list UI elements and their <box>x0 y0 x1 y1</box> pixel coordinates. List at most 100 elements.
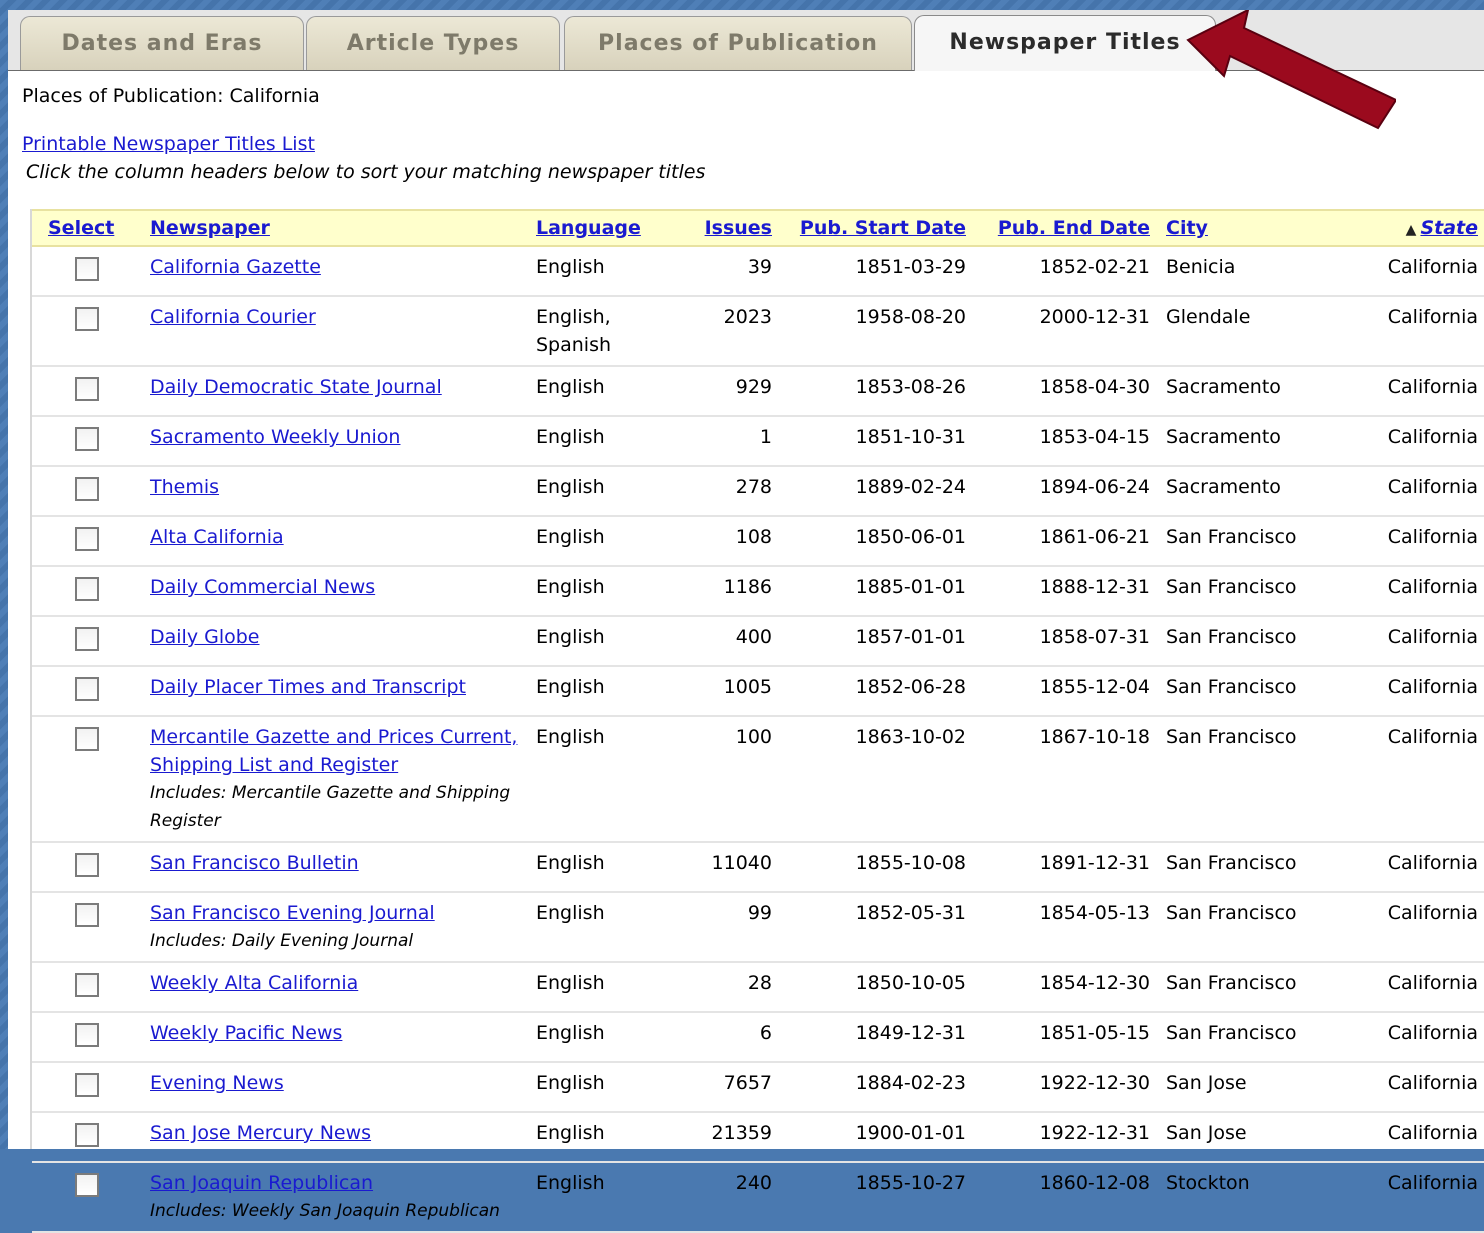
start-date-cell: 1855-10-08 <box>780 842 974 893</box>
select-checkbox[interactable] <box>75 1073 99 1097</box>
end-date-cell: 1922-12-30 <box>974 1062 1158 1113</box>
end-date-cell: 1854-05-13 <box>974 892 1158 963</box>
start-date-cell: 1884-02-23 <box>780 1062 974 1113</box>
newspaper-title-link[interactable]: San Francisco Evening Journal <box>150 902 435 924</box>
select-checkbox[interactable] <box>75 257 99 281</box>
end-date-cell: 2000-12-31 <box>974 296 1158 367</box>
language-cell: English <box>528 516 662 567</box>
newspaper-title-link[interactable]: Daily Democratic State Journal <box>150 376 442 398</box>
start-date-cell: 1850-06-01 <box>780 516 974 567</box>
end-date-cell: 1853-04-15 <box>974 416 1158 467</box>
tab-article-types[interactable]: Article Types <box>306 16 560 70</box>
select-checkbox[interactable] <box>75 307 99 331</box>
state-cell: California <box>1354 616 1484 667</box>
newspaper-title-link[interactable]: Evening News <box>150 1072 284 1094</box>
city-cell: San Francisco <box>1158 716 1354 843</box>
issues-cell: 100 <box>662 716 780 843</box>
city-cell: Stockton <box>1158 1162 1354 1233</box>
select-checkbox[interactable] <box>75 973 99 997</box>
state-cell: California <box>1354 296 1484 367</box>
newspaper-title-link[interactable]: Alta California <box>150 526 284 548</box>
city-cell: San Jose <box>1158 1062 1354 1113</box>
newspaper-cell: Weekly Alta California <box>142 962 528 1013</box>
select-checkbox[interactable] <box>75 477 99 501</box>
table-header-row: Select Newspaper Language Issues Pub. St… <box>32 209 1484 247</box>
column-header-start-date[interactable]: Pub. Start Date <box>780 209 974 247</box>
newspaper-title-link[interactable]: Themis <box>150 476 219 498</box>
city-cell: Sacramento <box>1158 466 1354 517</box>
newspaper-title-link[interactable]: Daily Globe <box>150 626 260 648</box>
language-cell: English <box>528 892 662 963</box>
select-checkbox[interactable] <box>75 853 99 877</box>
language-cell: English <box>528 246 662 297</box>
tab-dates-and-eras[interactable]: Dates and Eras <box>20 16 304 70</box>
state-cell: California <box>1354 246 1484 297</box>
language-cell: English <box>528 1012 662 1063</box>
issues-cell: 278 <box>662 466 780 517</box>
select-checkbox[interactable] <box>75 627 99 651</box>
printable-titles-link[interactable]: Printable Newspaper Titles List <box>22 133 315 155</box>
tab-places-of-publication[interactable]: Places of Publication <box>564 16 912 70</box>
column-header-issues[interactable]: Issues <box>662 209 780 247</box>
select-checkbox[interactable] <box>75 377 99 401</box>
column-header-state-label: State <box>1420 217 1478 239</box>
select-checkbox[interactable] <box>75 1123 99 1147</box>
issues-cell: 1005 <box>662 666 780 717</box>
includes-note: Includes: Daily Evening Journal <box>150 931 414 951</box>
select-cell <box>32 892 142 963</box>
select-cell <box>32 366 142 417</box>
column-header-end-date[interactable]: Pub. End Date <box>974 209 1158 247</box>
newspaper-title-link[interactable]: Sacramento Weekly Union <box>150 426 400 448</box>
column-header-city[interactable]: City <box>1158 209 1354 247</box>
select-checkbox[interactable] <box>75 677 99 701</box>
newspaper-title-link[interactable]: Daily Placer Times and Transcript <box>150 676 466 698</box>
select-cell <box>32 1112 142 1163</box>
newspaper-title-link[interactable]: Weekly Alta California <box>150 972 358 994</box>
language-cell: English <box>528 962 662 1013</box>
column-header-select[interactable]: Select <box>32 209 142 247</box>
newspaper-title-link[interactable]: California Gazette <box>150 256 321 278</box>
newspaper-title-link[interactable]: Weekly Pacific News <box>150 1022 342 1044</box>
city-cell: San Francisco <box>1158 566 1354 617</box>
newspaper-title-link[interactable]: San Joaquin Republican <box>150 1172 373 1194</box>
select-checkbox[interactable] <box>75 727 99 751</box>
table-row: San Jose Mercury News English 21359 1900-01… <box>32 1112 1484 1163</box>
state-cell: California <box>1354 1012 1484 1063</box>
table-row: San Francisco Evening Journal Includes: D… <box>32 892 1484 963</box>
select-checkbox[interactable] <box>75 427 99 451</box>
table-row: Daily Democratic State Journal English 929… <box>32 366 1484 417</box>
newspaper-cell: Daily Democratic State Journal <box>142 366 528 417</box>
newspaper-title-link[interactable]: Daily Commercial News <box>150 576 375 598</box>
city-cell: San Francisco <box>1158 842 1354 893</box>
state-cell: California <box>1354 516 1484 567</box>
select-checkbox[interactable] <box>75 577 99 601</box>
newspaper-title-link[interactable]: San Francisco Bulletin <box>150 852 359 874</box>
column-header-language[interactable]: Language <box>528 209 662 247</box>
language-cell: English, Spanish <box>528 296 662 367</box>
start-date-cell: 1885-01-01 <box>780 566 974 617</box>
state-cell: California <box>1354 366 1484 417</box>
city-cell: Glendale <box>1158 296 1354 367</box>
newspaper-title-link[interactable]: San Jose Mercury News <box>150 1122 371 1144</box>
state-cell: California <box>1354 716 1484 843</box>
select-checkbox[interactable] <box>75 1023 99 1047</box>
city-cell: San Francisco <box>1158 516 1354 567</box>
column-header-state[interactable]: ▲ State <box>1354 209 1484 247</box>
newspaper-cell: Sacramento Weekly Union <box>142 416 528 467</box>
issues-cell: 21359 <box>662 1112 780 1163</box>
city-cell: Benicia <box>1158 246 1354 297</box>
table-row: California Gazette English 39 1851-03-29 185… <box>32 246 1484 297</box>
column-header-newspaper[interactable]: Newspaper <box>142 209 528 247</box>
sort-ascending-icon: ▲ <box>1405 222 1417 238</box>
start-date-cell: 1900-01-01 <box>780 1112 974 1163</box>
select-checkbox[interactable] <box>75 903 99 927</box>
table-row: Weekly Pacific News English 6 1849-12-31 185… <box>32 1012 1484 1063</box>
select-checkbox[interactable] <box>75 527 99 551</box>
content-panel: Places of Publication: California Printa… <box>8 71 1484 1233</box>
newspaper-title-link[interactable]: Mercantile Gazette and Prices Current, S… <box>150 726 517 776</box>
select-cell <box>32 666 142 717</box>
select-checkbox[interactable] <box>75 1173 99 1197</box>
table-row: Themis English 278 1889-02-24 1894-06-24 Sacr… <box>32 466 1484 517</box>
newspaper-title-link[interactable]: California Courier <box>150 306 316 328</box>
tab-newspaper-titles[interactable]: Newspaper Titles <box>914 15 1216 71</box>
